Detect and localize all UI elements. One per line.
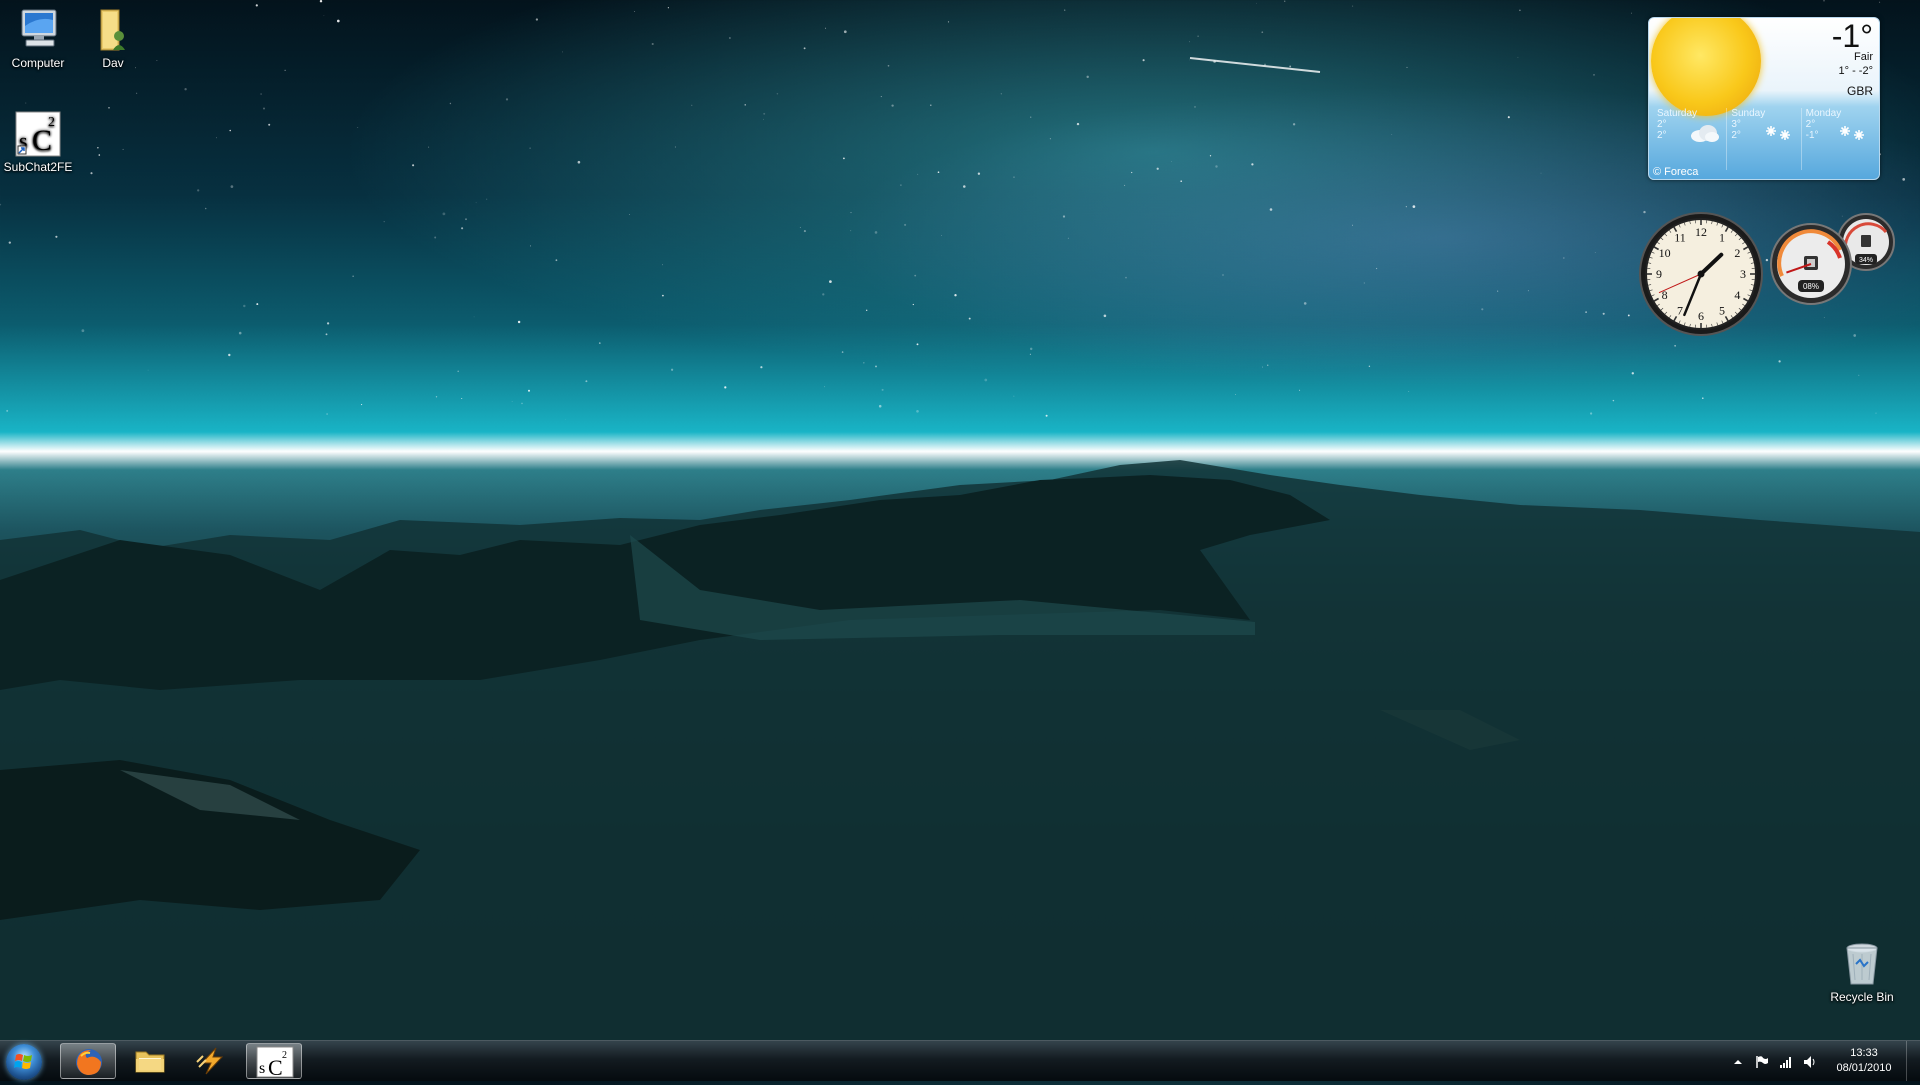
- user-folder-icon: [89, 6, 137, 54]
- weather-range: 1° - -2°: [1839, 65, 1873, 77]
- svg-text:s: s: [259, 1060, 265, 1077]
- taskbar-date: 08/01/2010: [1818, 1061, 1910, 1076]
- clock-numeral: 5: [1719, 303, 1725, 317]
- taskbar: s C 2 13:33 08/01/2010: [0, 1040, 1920, 1081]
- clock-numeral: 7: [1677, 303, 1683, 317]
- subchat-shortcut-icon: s C 2: [14, 110, 62, 158]
- show-hidden-icons-icon[interactable]: [1731, 1055, 1745, 1069]
- desktop-icon-subchat[interactable]: s C 2 SubChat2FE: [0, 110, 78, 174]
- weather-forecast: Saturday 2° 2° Sunday 3° 2° Monday 2° -1…: [1653, 108, 1875, 170]
- forecast-day: Sunday 3° 2°: [1726, 108, 1800, 170]
- clock-numeral: 10: [1659, 246, 1671, 260]
- svg-text:2: 2: [282, 1050, 287, 1061]
- subchat-icon: s C 2: [247, 1044, 303, 1080]
- starfield: [0, 0, 1920, 460]
- windows-start-icon[interactable]: [6, 1044, 42, 1080]
- clock-gadget[interactable]: 123456789101112: [1638, 211, 1764, 337]
- taskbar-subchat-button[interactable]: s C 2: [246, 1043, 302, 1079]
- cloud-icon: [1688, 122, 1720, 144]
- terrain-landscape: [0, 440, 1920, 1040]
- memory-percent: 34%: [1859, 257, 1873, 264]
- desktop-icon-label: Dav: [73, 56, 153, 70]
- desktop-icon-user-folder[interactable]: Dav: [73, 6, 153, 70]
- taskbar-explorer-button[interactable]: [122, 1043, 178, 1079]
- desktop-icon-computer[interactable]: Computer: [0, 6, 78, 70]
- weather-location: GBR: [1847, 84, 1873, 98]
- snow-icon: [1837, 122, 1869, 144]
- volume-icon[interactable]: [1803, 1055, 1817, 1069]
- clock-numeral: 2: [1734, 246, 1740, 260]
- network-icon[interactable]: [1779, 1055, 1793, 1069]
- forecast-day-name: Monday: [1806, 108, 1875, 119]
- clock-numeral: 6: [1698, 309, 1704, 323]
- clock-numeral: 9: [1656, 267, 1662, 281]
- recycle-bin-icon: [1838, 940, 1886, 988]
- clock-numeral: 12: [1695, 225, 1707, 239]
- cpu-percent: 08%: [1803, 282, 1819, 291]
- desktop-icon-label: SubChat2FE: [0, 160, 78, 174]
- firefox-icon: [61, 1044, 117, 1080]
- clock-numeral: 11: [1674, 231, 1686, 245]
- recycle-bin-label: Recycle Bin: [1830, 990, 1893, 1004]
- winamp-icon: [184, 1043, 240, 1079]
- forecast-day: Saturday 2° 2°: [1653, 108, 1726, 170]
- taskbar-firefox-button[interactable]: [60, 1043, 116, 1079]
- forecast-day: Monday 2° -1°: [1801, 108, 1875, 170]
- folder-icon: [122, 1043, 178, 1079]
- show-desktop-button[interactable]: [1906, 1041, 1920, 1081]
- svg-text:C: C: [268, 1055, 283, 1080]
- weather-credit[interactable]: © Foreca: [1653, 166, 1698, 178]
- computer-icon: [14, 6, 62, 54]
- svg-text:2: 2: [48, 115, 55, 130]
- weather-gadget[interactable]: -1° Fair 1° - -2° GBR Saturday 2° 2° Sun…: [1648, 17, 1880, 180]
- desktop-icon-recycle-bin[interactable]: Recycle Bin: [1822, 940, 1902, 1004]
- clock-numeral: 4: [1734, 288, 1740, 302]
- action-center-flag-icon[interactable]: [1755, 1055, 1769, 1069]
- clock-numeral: 3: [1740, 267, 1746, 281]
- taskbar-clock[interactable]: 13:33 08/01/2010: [1818, 1046, 1910, 1076]
- snow-icon: [1763, 122, 1795, 144]
- desktop-icon-label: Computer: [0, 56, 78, 70]
- weather-condition: Fair: [1854, 51, 1873, 63]
- taskbar-time: 13:33: [1818, 1046, 1910, 1061]
- sun-icon: [1651, 17, 1761, 116]
- taskbar-winamp-button[interactable]: [184, 1043, 240, 1079]
- clock-numeral: 1: [1719, 231, 1725, 245]
- weather-temperature: -1°: [1832, 18, 1873, 55]
- cpu-meter-gadget[interactable]: 08% 34%: [1768, 210, 1898, 310]
- forecast-day-name: Sunday: [1731, 108, 1800, 119]
- forecast-day-name: Saturday: [1657, 108, 1726, 119]
